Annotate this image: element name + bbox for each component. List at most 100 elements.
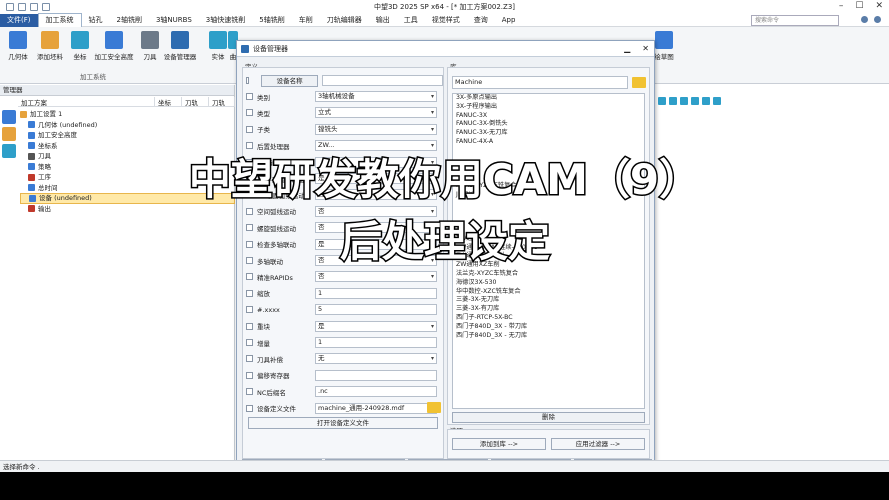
library-item[interactable]: 三菱-3X-无刀库 [453,296,644,305]
checkbox[interactable] [246,125,253,133]
menu-item[interactable]: 加工系统 [37,13,82,27]
library-item[interactable]: 3X-多原点输出 [453,94,644,103]
library-item[interactable]: 海德汉3X-530 [453,279,644,288]
field-dropdown[interactable]: 立式 [315,107,437,119]
menu-item[interactable]: 车削 [292,14,320,27]
add-to-library-button[interactable]: 添加到库 --> [452,438,546,450]
field-input[interactable]: .nc [315,386,437,398]
checkbox[interactable] [246,404,253,412]
view-icon[interactable] [669,97,677,105]
field-dropdown[interactable]: 是 [315,320,437,332]
menu-item[interactable]: App [495,14,523,27]
field-input[interactable] [315,369,437,381]
folder-icon[interactable] [427,401,441,413]
view-icon[interactable] [702,97,710,105]
checkbox[interactable] [246,306,253,314]
menu-item[interactable]: 查询 [467,14,495,27]
library-item[interactable]: 华中数控-XZC铣车复合 [453,288,644,297]
tree-item[interactable]: 几何体 (undefined) [20,120,235,131]
menu-item[interactable]: 视觉样式 [425,14,467,27]
checkbox[interactable] [246,109,253,117]
field-input[interactable]: machine_通用-240928.mdf [315,402,437,414]
library-item[interactable]: 法兰克-XYZC车铣复合 [453,270,644,279]
library-item[interactable]: 西门子840D_3X - 带刀库 [453,323,644,332]
field-dropdown[interactable]: 否 [315,271,437,283]
safe-height-button[interactable]: 加工安全高度 [92,31,136,61]
checkbox[interactable] [246,289,253,297]
add-stock-button[interactable]: 添加坯料 [34,31,66,61]
menu-file[interactable]: 文件(F) [0,13,38,27]
library-item[interactable]: 3X-子程序输出 [453,103,644,112]
graphics-viewport[interactable] [655,85,889,460]
view-icon[interactable] [691,97,699,105]
view-icon[interactable] [658,97,666,105]
column-header[interactable]: 刀轨 [209,97,235,107]
open-definition-file-button[interactable]: 打开设备定义文件 [248,417,438,429]
menu-item[interactable]: 3轴快速铣削 [199,14,252,27]
view-tab-icon[interactable] [2,144,16,158]
field-row: 偏移寄存器 [243,368,443,383]
maximize-icon[interactable]: ☐ [855,1,863,11]
column-header[interactable]: 刀轨 [182,97,209,107]
field-input[interactable]: 5 [315,304,437,316]
menu-item[interactable]: 钻孔 [82,14,110,27]
close-icon[interactable]: ✕ [642,41,649,57]
view-icon[interactable] [713,97,721,105]
machine-manager-button[interactable]: 设备管理器 [158,31,202,61]
tree-item[interactable]: 加工设置 1 [20,109,235,120]
checkbox[interactable] [246,257,253,264]
field-input[interactable]: 1 [315,287,437,299]
checkbox[interactable] [246,207,253,215]
checkbox[interactable] [246,388,253,396]
library-item[interactable]: 三菱-3X-有刀库 [453,305,644,314]
field-label: 设备定义文件 [257,405,296,414]
field-label: 类型 [257,109,270,118]
command-search-input[interactable]: 搜索命令 [751,15,839,26]
view-icon[interactable] [680,97,688,105]
delete-button[interactable]: 删除 [452,412,645,423]
checkbox[interactable] [246,273,253,281]
apply-filter-button[interactable]: 应用过滤器 --> [551,438,645,450]
column-header[interactable]: 坐标 [155,97,182,107]
checkbox[interactable] [246,93,253,100]
checkbox[interactable] [246,77,249,84]
menu-item[interactable]: 3轴NURBS [149,14,199,27]
history-tab-icon[interactable] [2,127,16,141]
library-item[interactable]: FANUC-3X-倒铣头 [453,120,644,129]
checkbox[interactable] [246,339,253,346]
machine-name-input[interactable] [322,75,443,86]
menu-item[interactable]: 输出 [369,14,397,27]
tool-icon [28,152,35,160]
tree-item[interactable]: 加工安全高度 [20,130,235,141]
library-item[interactable]: FANUC-3X-无刀库 [453,129,644,138]
menu-item[interactable]: 2轴铣削 [110,14,149,27]
menu-item[interactable]: 刀轨编辑器 [320,14,369,27]
machine-name-button[interactable]: 设备名称 [261,74,319,87]
field-row: 刀具补偿 无 [243,351,443,366]
folder-icon[interactable] [632,77,646,88]
menu-item[interactable]: 工具 [397,14,425,27]
close-icon[interactable]: ✕ [875,1,883,11]
field-dropdown[interactable]: 无 [315,353,437,365]
help-icon[interactable] [874,16,881,23]
checkbox[interactable] [246,371,253,379]
field-row: 重块 是 [243,319,443,334]
manager-tab-icon[interactable] [2,110,16,124]
menu-item[interactable]: 5轴铣削 [252,14,291,27]
field-dropdown[interactable]: 3轴机械设备 [315,91,437,102]
library-filter-input[interactable]: Machine [452,76,628,89]
clock-icon [28,184,35,192]
checkbox[interactable] [246,322,253,330]
checkbox[interactable] [246,240,253,248]
settings-icon[interactable] [861,16,868,23]
column-header[interactable]: 加工方案 [18,97,155,107]
checkbox[interactable] [246,224,253,232]
library-item[interactable]: 西门子-RTCP-5X-BC [453,314,644,323]
library-item[interactable]: 西门子840D_3X - 无刀库 [453,332,644,341]
minimize-icon[interactable]: – [839,1,844,11]
field-input[interactable]: 1 [315,337,437,348]
geometry-button[interactable]: 几何体 [2,31,34,61]
checkbox[interactable] [246,355,253,363]
minimize-icon[interactable]: ▁ [624,41,630,57]
field-dropdown[interactable]: 镗铣头 [315,123,437,135]
